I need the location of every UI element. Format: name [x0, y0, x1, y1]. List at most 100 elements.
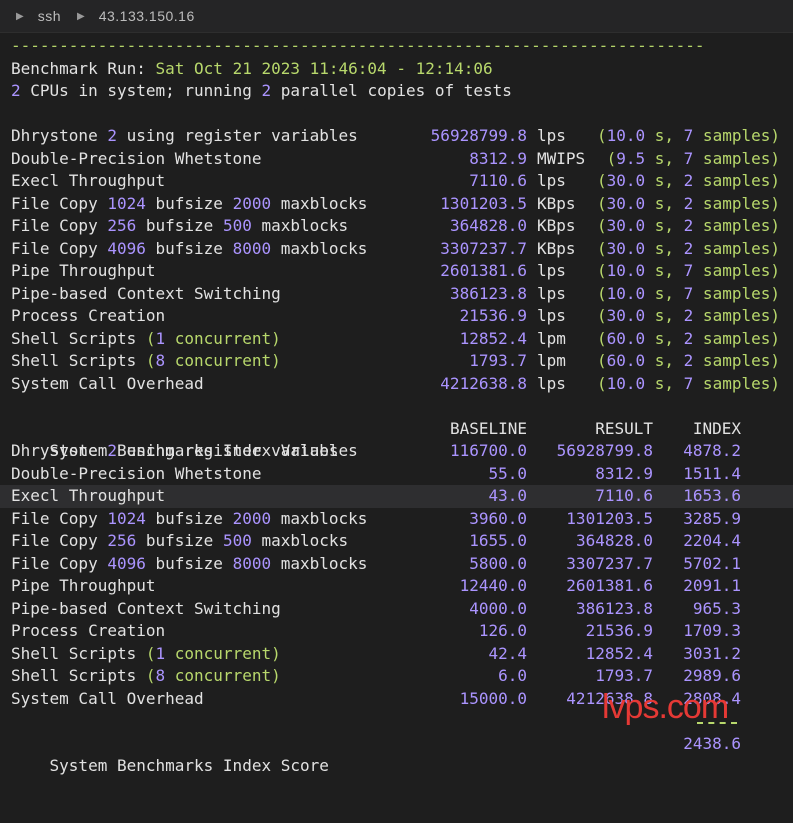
benchmark-run-line: Benchmark Run: Sat Oct 21 2023 11:46:04 … — [0, 58, 793, 81]
index-result: 364828.0 — [575, 531, 653, 550]
test-name-part: 2 — [107, 126, 117, 145]
index-row: File Copy 1024 bufsize 2000 maxblocks 396… — [0, 508, 793, 531]
watermark-logo: lvps.com — [602, 688, 729, 726]
index-row: Pipe-based Context Switching 4000.0 386123… — [0, 598, 793, 621]
timing-paren: ( — [596, 373, 607, 393]
test-name-part: 1024 — [107, 193, 146, 213]
timing-suffix: samples) — [693, 148, 780, 168]
test-row: Shell Scripts (1 concurrent) 12852.4 lpm (6… — [0, 328, 793, 351]
timing-suffix: samples) — [693, 306, 780, 325]
index-baseline: 4000.0 — [469, 598, 527, 618]
test-unit: lps — [537, 306, 566, 325]
test-value: 364828.0 — [449, 216, 527, 235]
timing-sep: s, — [645, 216, 684, 235]
test-name-part: Execl Throughput — [11, 171, 166, 190]
chevron-right-icon: ▶ — [77, 10, 85, 22]
cpu-info-line: 2 CPUs in system; running 2 parallel cop… — [0, 80, 793, 103]
timing-sep: s, — [645, 126, 684, 145]
test-samples: 2 — [683, 328, 694, 348]
test-name-part: 1 — [155, 328, 166, 348]
test-seconds: 10.0 — [606, 373, 646, 393]
test-timing: (10.0 s, 7 samples) — [597, 283, 780, 306]
index-value: 3285.9 — [683, 508, 741, 528]
test-timing: (30.0 s, 2 samples) — [597, 215, 780, 238]
result-header: RESULT — [595, 418, 653, 438]
test-value: 12852.4 — [459, 328, 527, 348]
breadcrumb-item-host[interactable]: ▶ 43.133.150.16 — [61, 8, 195, 24]
copies-text: parallel copies of tests — [271, 81, 512, 100]
test-seconds: 30.0 — [606, 306, 646, 325]
index-baseline: 116700.0 — [449, 441, 527, 460]
index-value: 3031.2 — [683, 643, 741, 663]
index-result: 3307237.7 — [566, 553, 653, 573]
index-name-part: ( — [145, 643, 156, 663]
index-name-part: maxblocks — [271, 553, 368, 573]
index-baseline: 126.0 — [478, 621, 527, 640]
test-value: 4212638.8 — [440, 373, 527, 393]
timing-paren: ( — [596, 328, 607, 348]
timing-sep: s, — [645, 306, 684, 325]
index-value: 2091.1 — [683, 576, 741, 595]
index-result: 21536.9 — [585, 621, 653, 640]
test-row: Pipe Throughput 2601381.6 lps (10.0 s, 7 sa… — [0, 260, 793, 283]
timing-paren: ( — [596, 238, 607, 258]
index-value: 1511.4 — [683, 463, 741, 483]
index-value: 2989.6 — [683, 666, 741, 685]
test-timing: (30.0 s, 2 samples) — [597, 170, 780, 193]
index-name-part: 8000 — [232, 553, 272, 573]
test-timing: (30.0 s, 2 samples) — [597, 193, 780, 216]
index-baseline: 6.0 — [498, 666, 527, 685]
index-row: Shell Scripts (8 concurrent) 6.0 1793.7 298… — [0, 665, 793, 688]
test-timing: (10.0 s, 7 samples) — [597, 260, 780, 283]
timing-paren: ( — [596, 216, 607, 235]
terminal-output[interactable]: ----------------------------------------… — [0, 35, 793, 775]
index-name-part: Dhrystone — [11, 441, 108, 460]
test-unit: lpm — [537, 351, 566, 370]
test-row: System Call Overhead 4212638.8 lps (10.0 s,… — [0, 373, 793, 396]
test-unit: lps — [537, 261, 566, 280]
run-time: Sat Oct 21 2023 11:46:04 - 12:14:06 — [155, 58, 493, 78]
index-name-part: 8 — [155, 666, 166, 685]
test-value: 1301203.5 — [440, 193, 527, 213]
test-name-part: Process Creation — [11, 306, 166, 325]
test-seconds: 30.0 — [606, 238, 646, 258]
index-name-part: Pipe-based Context Switching — [11, 598, 281, 618]
timing-paren: ( — [596, 193, 607, 213]
index-baseline: 12440.0 — [459, 576, 527, 595]
test-row: File Copy 4096 bufsize 8000 maxblocks 330… — [0, 238, 793, 261]
index-row: Shell Scripts (1 concurrent) 42.4 12852.4 3… — [0, 643, 793, 666]
index-baseline: 55.0 — [488, 463, 527, 483]
index-baseline: 5800.0 — [469, 553, 527, 573]
test-name-part: 500 — [222, 216, 252, 235]
index-name-part: Double-Precision Whetstone — [11, 463, 262, 483]
separator-line: ----------------------------------------… — [11, 36, 705, 55]
test-name-part: Double-Precision Whetstone — [11, 148, 262, 168]
cpu-count: 2 — [11, 81, 21, 100]
breadcrumb-item-ssh[interactable]: ▶ ssh — [0, 8, 61, 24]
index-result: 1301203.5 — [566, 508, 653, 528]
timing-sep: s, — [645, 283, 684, 303]
test-results: Dhrystone 2 using register variables 5692… — [0, 125, 793, 395]
test-samples: 7 — [683, 373, 694, 393]
test-samples: 2 — [683, 171, 694, 190]
index-name-part: bufsize — [145, 553, 233, 573]
test-name-part: Pipe-based Context Switching — [11, 283, 281, 303]
index-value: 965.3 — [692, 598, 741, 618]
test-name-part: System Call Overhead — [11, 373, 204, 393]
test-samples: 7 — [683, 283, 694, 303]
timing-sep: s, — [645, 328, 684, 348]
timing-suffix: samples) — [693, 193, 780, 213]
test-name-part: using register variables — [116, 126, 358, 145]
test-unit: lps — [537, 283, 566, 303]
test-samples: 7 — [683, 126, 694, 145]
timing-paren: ( — [606, 148, 617, 168]
index-name-part: Execl Throughput — [11, 486, 166, 505]
index-result: 2601381.6 — [566, 576, 653, 595]
test-unit: KBps — [537, 216, 576, 235]
test-name-part: bufsize — [145, 193, 233, 213]
index-result: 56928799.8 — [556, 441, 653, 460]
test-seconds: 30.0 — [606, 193, 646, 213]
test-timing: (30.0 s, 2 samples) — [597, 305, 780, 328]
